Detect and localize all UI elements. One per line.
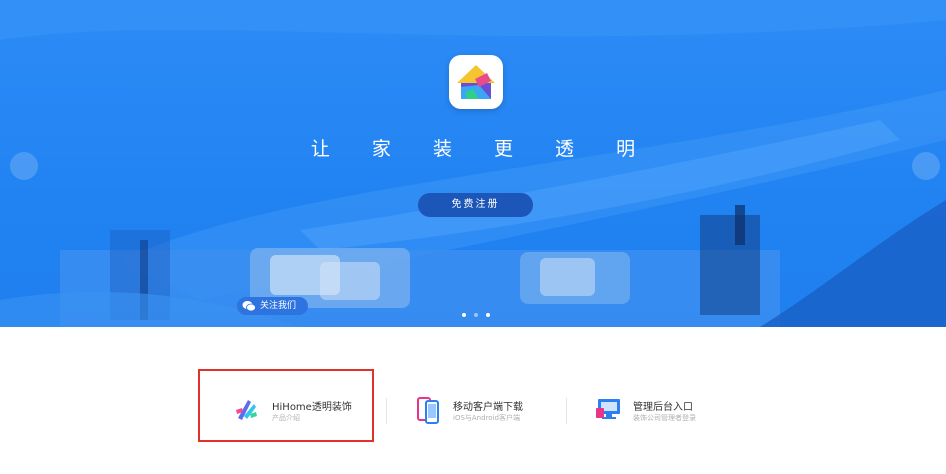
carousel-dot[interactable] [486, 313, 490, 317]
monitor-admin-icon [596, 399, 620, 419]
feature-title: 移动客户端下载 [453, 402, 523, 413]
divider [386, 398, 387, 424]
carousel-dot[interactable] [462, 313, 466, 317]
carousel-dot[interactable] [474, 313, 478, 317]
carousel-prev-button[interactable] [10, 152, 38, 180]
free-register-button[interactable]: 免费注册 [418, 193, 533, 217]
banner-tagline: 让 家 装 更 透 明 [310, 138, 654, 160]
feature-subtitle: iOS与Android客户端 [453, 414, 520, 422]
house-logo-icon [449, 55, 503, 109]
feature-mobile-download[interactable]: 移动客户端下载 iOS与Android客户端 [415, 392, 550, 432]
carousel-next-button[interactable] [912, 152, 940, 180]
wechat-icon [242, 301, 256, 312]
mobile-phones-icon [417, 397, 439, 424]
hero-banner: 让 家 装 更 透 明 免费注册 关注我们 [0, 0, 946, 327]
follow-us-label: 关注我们 [260, 301, 297, 311]
selection-highlight-box [198, 369, 374, 442]
feature-admin-portal[interactable]: 管理后台入口 装饰公司管理者登录 [595, 392, 730, 432]
follow-us-button[interactable]: 关注我们 [237, 297, 308, 315]
feature-title: 管理后台入口 [633, 402, 693, 413]
divider [566, 398, 567, 424]
banner-background [0, 0, 946, 327]
feature-subtitle: 装饰公司管理者登录 [633, 414, 696, 422]
